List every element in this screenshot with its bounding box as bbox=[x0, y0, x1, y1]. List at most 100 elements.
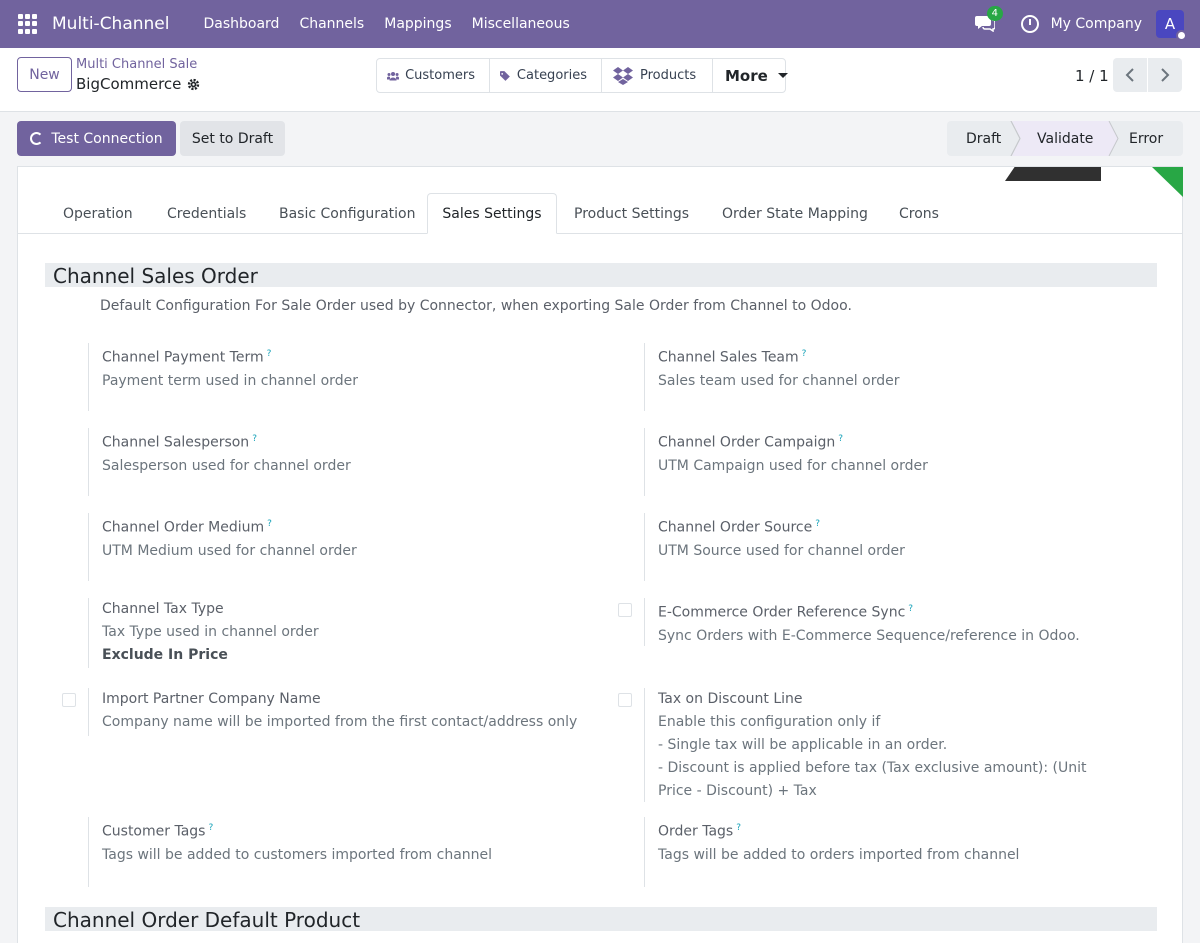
field-sales-team[interactable]: Channel Sales Team? Sales team used for … bbox=[644, 343, 899, 411]
breadcrumb-parent[interactable]: Multi Channel Sale bbox=[76, 57, 197, 72]
field-ecommerce-ref-sync: E-Commerce Order Reference Sync? Sync Or… bbox=[644, 598, 1080, 646]
field-help: Sync Orders with E-Commerce Sequence/ref… bbox=[658, 627, 1080, 644]
field-help: Tags will be added to orders imported fr… bbox=[658, 846, 1020, 863]
field-label: Order Tags bbox=[658, 823, 734, 840]
import-partner-company-checkbox[interactable] bbox=[62, 693, 76, 707]
control-panel: New Multi Channel Sale BigCommerce Custo… bbox=[0, 48, 1200, 112]
field-order-campaign[interactable]: Channel Order Campaign? UTM Campaign use… bbox=[644, 428, 928, 496]
field-import-partner-company: Import Partner Company Name Company name… bbox=[88, 688, 577, 736]
help-tooltip-icon[interactable]: ? bbox=[908, 604, 913, 614]
field-order-medium[interactable]: Channel Order Medium? UTM Medium used fo… bbox=[88, 513, 357, 581]
stage-validate[interactable]: Validate bbox=[1013, 121, 1113, 156]
field-order-source[interactable]: Channel Order Source? UTM Source used fo… bbox=[644, 513, 905, 581]
ecommerce-ref-sync-checkbox[interactable] bbox=[618, 603, 632, 617]
chat-icon[interactable]: 4 bbox=[974, 6, 1003, 34]
pager-next-button[interactable] bbox=[1148, 58, 1182, 92]
form-sheet: Operation Credentials Basic Configuratio… bbox=[17, 166, 1183, 943]
test-connection-button[interactable]: Test Connection bbox=[17, 121, 176, 156]
field-label: Channel Tax Type bbox=[102, 601, 224, 617]
menu-mappings[interactable]: Mappings bbox=[374, 16, 461, 32]
stage-arrow-icon bbox=[1007, 121, 1021, 156]
user-avatar[interactable]: A bbox=[1156, 10, 1187, 41]
categories-smart-button[interactable]: Categories bbox=[490, 59, 602, 92]
field-order-tags[interactable]: Order Tags? Tags will be added to orders… bbox=[644, 817, 1019, 887]
field-label: Channel Order Source bbox=[658, 519, 813, 536]
tab-crons[interactable]: Crons bbox=[899, 193, 939, 234]
chat-count-badge: 4 bbox=[986, 6, 1003, 21]
chevron-right-icon bbox=[1161, 68, 1170, 82]
smart-buttons: Customers Categories Products More bbox=[376, 58, 788, 93]
section-title-sales-order: Channel Sales Order bbox=[45, 263, 1157, 288]
field-help: Salesperson used for channel order bbox=[102, 457, 351, 474]
products-label: Products bbox=[640, 68, 697, 83]
gear-icon[interactable] bbox=[187, 78, 200, 91]
categories-label: Categories bbox=[516, 68, 587, 83]
dropbox-icon bbox=[613, 66, 633, 85]
tab-operation[interactable]: Operation bbox=[63, 193, 133, 234]
field-help: Payment term used in channel order bbox=[102, 372, 358, 389]
users-icon bbox=[387, 71, 400, 81]
more-dropdown[interactable]: More bbox=[713, 59, 788, 92]
stage-arrow-icon bbox=[1105, 121, 1119, 156]
ribbon-decoration bbox=[1005, 167, 1101, 181]
section-description: Default Configuration For Sale Order use… bbox=[100, 298, 852, 314]
status-bar: Draft Validate Error bbox=[947, 121, 1183, 156]
activity-clock-icon[interactable] bbox=[1020, 15, 1039, 33]
customers-smart-button[interactable]: Customers bbox=[377, 59, 490, 92]
caret-down-icon bbox=[777, 73, 788, 78]
help-tooltip-icon[interactable]: ? bbox=[252, 434, 257, 444]
refresh-icon bbox=[30, 132, 44, 145]
field-help: UTM Medium used for channel order bbox=[102, 542, 357, 559]
field-help: - Discount is applied before tax (Tax ex… bbox=[658, 760, 1087, 799]
help-tooltip-icon[interactable]: ? bbox=[208, 823, 213, 833]
tax-on-discount-checkbox[interactable] bbox=[618, 693, 632, 707]
field-label: Channel Sales Team bbox=[658, 349, 799, 366]
record-name: BigCommerce bbox=[76, 75, 182, 93]
notebook-tabs: Operation Credentials Basic Configuratio… bbox=[18, 193, 1182, 234]
help-tooltip-icon[interactable]: ? bbox=[267, 519, 272, 529]
menu-miscellaneous[interactable]: Miscellaneous bbox=[462, 16, 580, 32]
menu-channels[interactable]: Channels bbox=[289, 16, 374, 32]
tab-order-state-mapping[interactable]: Order State Mapping bbox=[722, 193, 868, 234]
field-label: Tax on Discount Line bbox=[658, 691, 803, 707]
field-label: Channel Order Campaign bbox=[658, 434, 836, 451]
products-smart-button[interactable]: Products bbox=[602, 59, 713, 92]
field-customer-tags[interactable]: Customer Tags? Tags will be added to cus… bbox=[88, 817, 492, 887]
top-navbar: Multi-Channel Dashboard Channels Mapping… bbox=[0, 0, 1200, 48]
help-tooltip-icon[interactable]: ? bbox=[736, 823, 741, 833]
pager-previous-button[interactable] bbox=[1113, 58, 1147, 92]
chevron-left-icon bbox=[1125, 68, 1134, 82]
company-switcher[interactable]: My Company bbox=[1051, 16, 1142, 32]
menu-dashboard[interactable]: Dashboard bbox=[193, 16, 289, 32]
stage-draft[interactable]: Draft bbox=[947, 121, 1013, 156]
help-tooltip-icon[interactable]: ? bbox=[267, 349, 272, 359]
tab-basic-configuration[interactable]: Basic Configuration bbox=[279, 193, 415, 234]
field-salesperson[interactable]: Channel Salesperson? Salesperson used fo… bbox=[88, 428, 351, 496]
app-brand[interactable]: Multi-Channel bbox=[52, 14, 169, 34]
tag-icon bbox=[500, 70, 510, 81]
field-help: Company name will be imported from the f… bbox=[102, 714, 578, 730]
tab-credentials[interactable]: Credentials bbox=[167, 193, 246, 234]
field-help: Enable this configuration only if bbox=[658, 714, 881, 730]
apps-menu-icon[interactable] bbox=[18, 14, 38, 34]
pager-value[interactable]: 1 / 1 bbox=[1075, 67, 1109, 85]
field-label: Customer Tags bbox=[102, 823, 206, 840]
stage-error[interactable]: Error bbox=[1113, 121, 1183, 156]
tab-product-settings[interactable]: Product Settings bbox=[574, 193, 689, 234]
help-tooltip-icon[interactable]: ? bbox=[802, 349, 807, 359]
field-label: Import Partner Company Name bbox=[102, 691, 321, 707]
tab-sales-settings[interactable]: Sales Settings bbox=[427, 193, 557, 234]
help-tooltip-icon[interactable]: ? bbox=[838, 434, 843, 444]
field-label: Channel Salesperson bbox=[102, 434, 250, 451]
test-connection-label: Test Connection bbox=[51, 130, 163, 147]
field-payment-term[interactable]: Channel Payment Term? Payment term used … bbox=[88, 343, 358, 411]
field-label: Channel Order Medium bbox=[102, 519, 265, 536]
new-button[interactable]: New bbox=[17, 57, 72, 92]
more-label: More bbox=[725, 66, 768, 85]
breadcrumb-current: BigCommerce bbox=[76, 75, 200, 93]
help-tooltip-icon[interactable]: ? bbox=[815, 519, 820, 529]
tax-type-value[interactable]: Exclude In Price bbox=[102, 644, 319, 667]
field-tax-type[interactable]: Channel Tax Type Tax Type used in channe… bbox=[88, 598, 319, 668]
set-to-draft-button[interactable]: Set to Draft bbox=[180, 121, 285, 156]
presence-indicator bbox=[1176, 30, 1187, 41]
